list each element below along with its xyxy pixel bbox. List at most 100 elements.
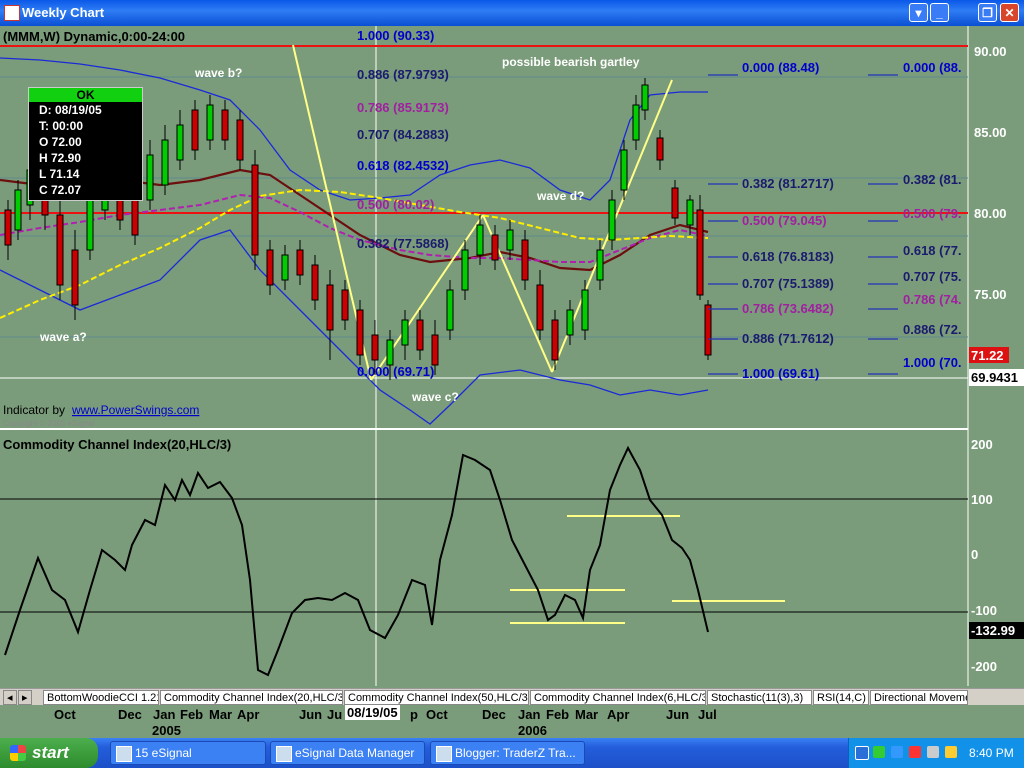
label-wave-c: wave c? [411,390,459,404]
fib-right-8: 1.000 (69.61) [742,366,819,381]
label-wave-b: wave b? [194,66,242,80]
time-axis: Oct Dec Jan Feb Mar Apr Jun Ju 08/19/05 … [0,705,1024,738]
cci-value: -132.99 [971,623,1015,638]
tab-scroll-right-icon[interactable]: ▸ [18,690,32,705]
tray-app-icon[interactable] [945,746,957,758]
tab-scroll-left-icon[interactable]: ◂ [3,690,17,705]
tooltip-high: H 72.90 [39,151,82,165]
month-label: p [410,707,418,722]
fib-right-7: 0.886 (71.7612) [742,331,834,346]
tray-monitor-icon[interactable] [891,746,903,758]
chart-area[interactable]: 1.000 (90.33) 0.886 (87.9793) 0.786 (85.… [0,26,1024,686]
chart-header: (MMM,W) Dynamic,0:00-24:00 [3,29,185,44]
fib-left-6: 0.500 (80.02) [357,197,434,212]
tab-directional-movement[interactable]: Directional Moveme [870,690,968,705]
start-label: start [32,743,69,762]
window-menu-button[interactable]: ▾ [909,3,928,22]
fib-left-3: 0.786 (85.9173) [357,100,449,115]
fib-left-5: 0.618 (82.4532) [357,158,449,173]
last-price: 71.22 [971,348,1004,363]
crosshair-date: 08/19/05 [345,705,400,720]
tooltip-low: L 71.14 [39,167,80,181]
tab-rsi[interactable]: RSI(14,C) [813,690,869,705]
price-chart-svg[interactable]: 1.000 (90.33) 0.886 (87.9793) 0.786 (85.… [0,26,1024,686]
fib-left-7: 0.382 (77.5868) [357,236,449,251]
fib-far-4: 0.618 (77. [903,243,962,258]
fib-right-3: 0.500 (79.045) [742,213,827,228]
month-label: Jul [698,707,717,722]
clock[interactable]: 8:40 PM [969,746,1014,760]
tab-bottomwoodiecci[interactable]: BottomWoodieCCI 1.21 [43,690,159,705]
tab-cci-20[interactable]: Commodity Channel Index(20,HLC/3) [160,690,343,705]
price-tick: 80.00 [974,206,1007,221]
tab-stochastic[interactable]: Stochastic(11(3),3) [707,690,812,705]
tooltip-open: O 72.00 [39,135,82,149]
taskbar-item-label: eSignal Data Manager [295,746,415,760]
tooltip-ok-badge: OK [29,88,142,102]
month-label: Dec [482,707,506,722]
month-label: Feb [546,707,570,722]
tab-cci-6[interactable]: Commodity Channel Index(6,HLC/3) [530,690,706,705]
indicator-credit-prefix: Indicator by [3,403,65,417]
taskbar-item-label: Blogger: TraderZ Tra... [455,746,576,760]
taskbar-item-data-manager[interactable]: eSignal Data Manager [270,741,425,765]
month-label: Apr [607,707,630,722]
tray-volume-icon[interactable] [927,746,939,758]
cci-tick: 0 [971,547,978,562]
fib-right-1: 0.000 (88.48) [742,60,819,75]
esignal-icon [116,746,132,762]
fib-far-6: 0.786 (74. [903,292,962,307]
indicator-tabs: ◂ ▸ BottomWoodieCCI 1.21 Commodity Chann… [0,688,1024,706]
month-label: Jan [518,707,541,722]
data-tooltip: OK D: 08/19/05 T: 00:00 O 72.00 H 72.90 … [28,87,143,201]
month-label: Oct [54,707,76,722]
fib-far-8: 1.000 (70. [903,355,962,370]
cci-tick: -100 [971,603,997,618]
month-label: Mar [575,707,599,722]
fib-left-2: 0.886 (87.9793) [357,67,449,82]
cci-tick: 100 [971,492,993,507]
restore-button[interactable]: ❐ [978,3,997,22]
tab-cci-50[interactable]: Commodity Channel Index(50,HLC/3) [344,690,529,705]
month-label: Ju [327,707,343,722]
month-label: Jun [666,707,690,722]
system-tray: 8:40 PM [848,738,1024,768]
fib-right-6: 0.786 (73.6482) [742,301,834,316]
taskbar-item-label: 15 eSignal [135,746,192,760]
powerswings-link: www.PowerSwings.com [71,403,199,417]
month-label: Mar [209,707,233,722]
fib-far-3: 0.500 (79. [903,206,962,221]
year-label: 2005 [152,723,181,738]
price-tick: 90.00 [974,44,1007,59]
taskbar-item-esignal[interactable]: 15 eSignal [110,741,266,765]
month-label: Jan [153,707,176,722]
crosshair-price: 69.9431 [971,370,1018,385]
fib-far-7: 0.886 (72. [903,322,962,337]
minimize-button[interactable]: _ [930,3,949,22]
data-manager-icon [276,746,292,762]
tray-security-icon[interactable] [909,746,921,758]
close-button[interactable]: ✕ [1000,3,1019,22]
cci-tick: 200 [971,437,993,452]
window-title: Weekly Chart [22,5,105,20]
month-label: Jun [299,707,323,722]
fib-left-1: 1.000 (90.33) [357,28,434,43]
start-button[interactable]: start [0,738,98,768]
copyright-text: Copyright © 2005 eSignal [3,419,95,428]
tooltip-date: D: 08/19/05 [39,103,102,117]
window-titlebar: Weekly Chart ▾ _ ❐ ✕ [0,0,1024,26]
taskbar: start 15 eSignal eSignal Data Manager Bl… [0,738,1024,768]
fib-far-5: 0.707 (75. [903,269,962,284]
fib-right-2: 0.382 (81.2717) [742,176,834,191]
tray-chevron-icon[interactable] [855,746,869,760]
windows-flag-icon [10,745,26,761]
taskbar-item-blogger[interactable]: Blogger: TraderZ Tra... [430,741,585,765]
fib-far-1: 0.000 (88. [903,60,962,75]
fib-right-5: 0.707 (75.1389) [742,276,834,291]
price-tick: 75.00 [974,287,1007,302]
label-gartley: possible bearish gartley [502,55,640,69]
tray-network-icon[interactable] [873,746,885,758]
price-tick: 85.00 [974,125,1007,140]
fib-far-2: 0.382 (81. [903,172,962,187]
tooltip-time: T: 00:00 [39,119,84,133]
